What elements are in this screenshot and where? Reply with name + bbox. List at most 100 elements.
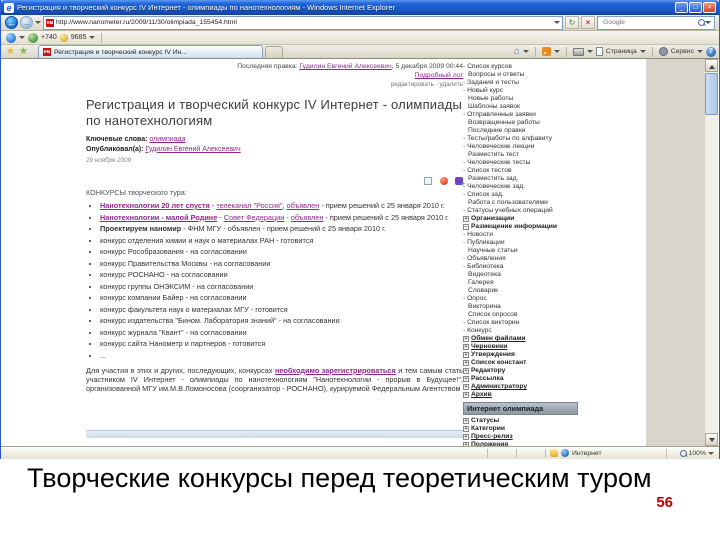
- bookmark-icon[interactable]: [439, 176, 448, 185]
- sidebar-section-link[interactable]: + Организации: [463, 215, 578, 223]
- content-link[interactable]: объявлен: [287, 201, 320, 210]
- expand-icon[interactable]: +: [463, 434, 469, 440]
- sidebar-link[interactable]: Разместить зад.: [463, 175, 578, 183]
- sidebar-section-label[interactable]: Статусы: [471, 417, 499, 425]
- sidebar-section-label[interactable]: Рассылка: [471, 375, 504, 383]
- active-tab[interactable]: нм Регистрация и творческий конкурс IV И…: [37, 45, 263, 58]
- addon-dropdown-icon-2[interactable]: [89, 36, 96, 39]
- search-box[interactable]: [597, 15, 715, 30]
- expand-icon[interactable]: +: [463, 384, 469, 390]
- window-titlebar[interactable]: e Регистрация и творческий конкурс IV Ин…: [1, 0, 719, 15]
- share-icon[interactable]: [455, 176, 465, 188]
- scroll-up-button[interactable]: [705, 59, 718, 72]
- print-version-icon[interactable]: [424, 176, 433, 185]
- sidebar-link[interactable]: Шаблоны заявок: [463, 103, 578, 111]
- search-input[interactable]: [601, 18, 698, 27]
- expand-icon[interactable]: +: [463, 418, 469, 424]
- page-menu-label[interactable]: Страница: [606, 48, 637, 55]
- expand-icon[interactable]: +: [463, 368, 469, 374]
- zoom-dropdown-icon[interactable]: [708, 451, 714, 455]
- page-dropdown-icon[interactable]: [639, 50, 646, 53]
- sidebar-section-link[interactable]: + Пресс-релиз: [463, 433, 578, 441]
- sidebar-link[interactable]: Человеческие лекции: [463, 143, 578, 151]
- sidebar-section-link[interactable]: + Черновики: [463, 343, 578, 351]
- url-input[interactable]: [56, 19, 552, 26]
- collapse-icon[interactable]: −: [463, 224, 469, 230]
- sidebar-section-label[interactable]: Организации: [471, 215, 514, 223]
- sidebar-link[interactable]: Последние правки: [463, 127, 578, 135]
- home-icon[interactable]: ⌂: [514, 46, 520, 58]
- addon-icon[interactable]: [6, 32, 16, 43]
- sidebar-section-label[interactable]: Список констант: [471, 359, 526, 367]
- sidebar-link[interactable]: Список зад.: [463, 191, 578, 199]
- sidebar-section-link[interactable]: + Администратору: [463, 383, 578, 391]
- rss-dropdown-icon[interactable]: [553, 50, 560, 53]
- sidebar-link[interactable]: Список тестов: [463, 167, 578, 175]
- maximize-button[interactable]: □: [689, 2, 702, 13]
- sidebar-section-link[interactable]: + Список констант: [463, 359, 578, 367]
- published-author-link[interactable]: Гудилин Евгений Алексеевич: [146, 146, 241, 153]
- sidebar-link[interactable]: Задания и тесты: [463, 79, 578, 87]
- content-link[interactable]: объявлен: [291, 213, 324, 222]
- sidebar-link[interactable]: Список курсов: [463, 63, 578, 71]
- sidebar-link[interactable]: Возвращенные работы: [463, 119, 578, 127]
- sidebar-link[interactable]: Видеотека: [463, 271, 578, 279]
- sidebar-section-link[interactable]: + Категории: [463, 425, 578, 433]
- sidebar-link[interactable]: Отправленные заявки: [463, 111, 578, 119]
- home-dropdown-icon[interactable]: [522, 50, 529, 53]
- close-button[interactable]: ×: [703, 2, 716, 13]
- content-link[interactable]: телеканал "Россия": [216, 201, 282, 210]
- delete-link[interactable]: удалить: [440, 81, 463, 88]
- sidebar-link[interactable]: Разместить тест: [463, 151, 578, 159]
- favorites-icon[interactable]: ★: [6, 46, 15, 58]
- help-icon[interactable]: ?: [706, 46, 716, 57]
- sidebar-section-link[interactable]: + Рассылка: [463, 375, 578, 383]
- sidebar-link[interactable]: Тесты/работы по алфавиту: [463, 135, 578, 143]
- scroll-down-button[interactable]: [705, 433, 718, 446]
- tools-icon[interactable]: [658, 47, 668, 56]
- zoom-control[interactable]: 100%: [675, 449, 719, 457]
- sidebar-section-label[interactable]: Архив: [471, 391, 492, 399]
- forward-button[interactable]: →: [20, 16, 33, 29]
- sidebar-section-label[interactable]: Категории: [471, 425, 505, 433]
- stop-button[interactable]: ×: [581, 16, 595, 29]
- sidebar-link[interactable]: Вопросы и ответы: [463, 71, 578, 79]
- addon-dropdown-icon[interactable]: [19, 36, 25, 39]
- expand-icon[interactable]: +: [463, 392, 469, 398]
- sidebar-section-link[interactable]: + Редактору: [463, 367, 578, 375]
- expand-icon[interactable]: +: [463, 360, 469, 366]
- last-edit-author-link[interactable]: Гудилин Евгений Алексеевич: [299, 63, 391, 70]
- back-button[interactable]: ←: [5, 16, 18, 29]
- sidebar-link[interactable]: Список викторин: [463, 319, 578, 327]
- print-dropdown-icon[interactable]: [586, 50, 593, 53]
- sidebar-section-link[interactable]: + Обмен файлами: [463, 335, 578, 343]
- sidebar-link[interactable]: Объявления: [463, 255, 578, 263]
- content-link[interactable]: Нанотехнологии 20 лет спустя: [100, 201, 210, 210]
- sidebar-link[interactable]: Работа с пользователями: [463, 199, 578, 207]
- add-favorite-icon[interactable]: ★: [19, 46, 28, 58]
- tools-menu-label[interactable]: Сервис: [671, 48, 694, 55]
- sidebar-link[interactable]: Человеческие тесты: [463, 159, 578, 167]
- content-link[interactable]: Нанотехнологии - малой Родине: [100, 213, 217, 222]
- sidebar-link[interactable]: Человеческие зад.: [463, 183, 578, 191]
- sidebar-link[interactable]: Публикации: [463, 239, 578, 247]
- vertical-scrollbar[interactable]: [705, 59, 718, 446]
- sidebar-section-label[interactable]: Размещение информации: [471, 223, 557, 231]
- sidebar-section-link[interactable]: + Статусы: [463, 417, 578, 425]
- sidebar-section-link[interactable]: + Архив: [463, 391, 578, 399]
- expand-icon[interactable]: +: [463, 376, 469, 382]
- sidebar-section-link[interactable]: + Утверждения: [463, 351, 578, 359]
- sidebar-section-label[interactable]: Пресс-релиз: [471, 433, 513, 441]
- sidebar-section-label[interactable]: Черновики: [471, 343, 507, 351]
- address-field[interactable]: нм: [43, 15, 563, 30]
- content-link[interactable]: Совет Федерации: [224, 213, 285, 222]
- refresh-button[interactable]: ↻: [565, 16, 579, 29]
- tools-dropdown-icon[interactable]: [697, 50, 703, 53]
- search-dropdown-icon[interactable]: [705, 21, 711, 24]
- keywords-link[interactable]: олимпиада: [149, 136, 185, 143]
- expand-icon[interactable]: +: [463, 216, 469, 222]
- sidebar-link[interactable]: Словарик: [463, 287, 578, 295]
- sidebar-link[interactable]: Новый курс: [463, 87, 578, 95]
- log-link[interactable]: Подробный лог: [414, 72, 463, 79]
- sidebar-section-label[interactable]: Редактору: [471, 367, 505, 375]
